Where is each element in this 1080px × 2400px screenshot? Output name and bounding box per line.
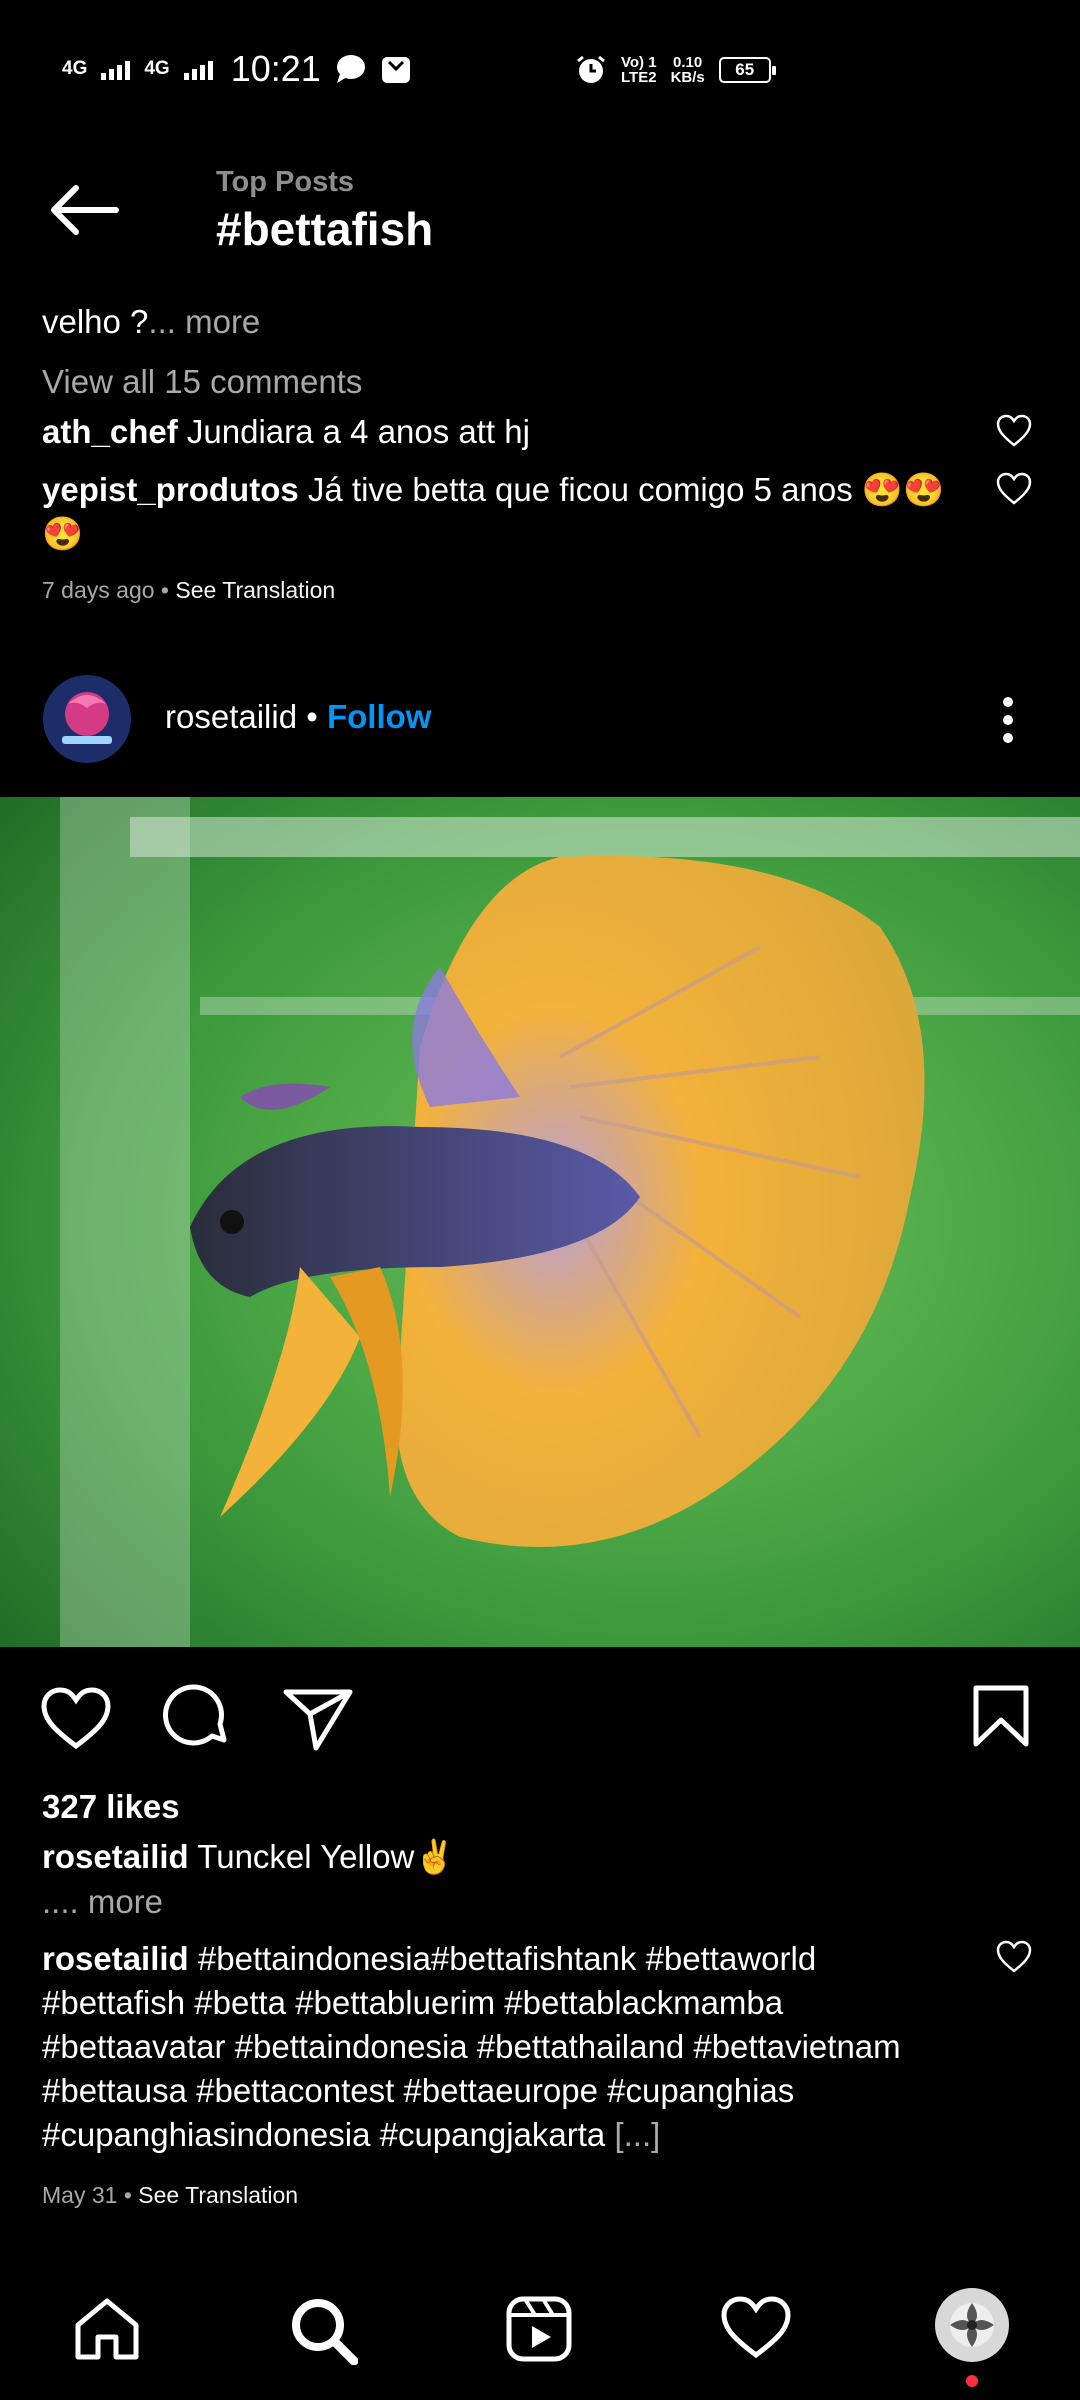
hashtags[interactable]: #bettaindonesia#bettafishtank #bettaworl… <box>198 1940 816 1977</box>
like-comment-heart-icon[interactable] <box>996 414 1032 448</box>
caption-tail: velho ?... more <box>42 303 261 340</box>
like-comment-heart-icon[interactable] <box>996 472 1032 506</box>
caption-more-link[interactable]: .... more <box>42 1880 163 1924</box>
post-date: May 31 <box>42 2182 118 2208</box>
comment-username[interactable]: yepist_produtos <box>42 471 299 508</box>
post-author: rosetailid • Follow <box>165 698 431 736</box>
betta-fish-image <box>0 797 1080 1647</box>
status-right: Vo) 1 LTE2 0.10 KB/s 65 <box>575 54 776 86</box>
comment: ath_chef Jundiara a 4 anos att hj <box>42 410 530 454</box>
status-left: 4G 4G 10:21 <box>62 48 411 90</box>
volte-indicator: Vo) 1 LTE2 <box>621 54 657 86</box>
back-arrow-icon[interactable] <box>44 180 124 240</box>
like-comment-heart-icon[interactable] <box>996 1940 1032 1974</box>
comment-line[interactable]: #bettausa #bettacontest #bettaeurope #cu… <box>42 2069 972 2113</box>
like-heart-icon[interactable] <box>40 1686 112 1752</box>
header-subtitle: Top Posts <box>216 166 355 198</box>
comment-line[interactable]: #bettafish #betta #bettabluerim #bettabl… <box>42 1981 972 2025</box>
network-speed: 0.10 KB/s <box>670 54 705 86</box>
comment: yepist_produtos Já tive betta que ficou … <box>42 468 962 556</box>
comment-line[interactable]: #bettaavatar #bettaindonesia #bettathail… <box>42 2025 972 2069</box>
expand-ellipsis[interactable]: [...] <box>614 2116 660 2153</box>
comment-text-line2: 😍 <box>42 515 84 552</box>
battery-indicator: 65 <box>718 57 776 83</box>
profile-avatar[interactable] <box>934 2287 1010 2363</box>
likes-count[interactable]: 327 likes <box>42 1785 180 1829</box>
follow-button[interactable]: Follow <box>327 698 431 735</box>
more-options-icon[interactable] <box>992 694 1024 746</box>
view-all-comments-link[interactable]: View all 15 comments <box>42 360 362 404</box>
page-title: #bettafish <box>216 203 434 255</box>
comment-username[interactable]: rosetailid <box>42 1940 189 1977</box>
more-link[interactable]: ... more <box>148 303 260 340</box>
home-icon[interactable] <box>72 2295 142 2363</box>
network-indicator-1: 4G <box>62 58 88 79</box>
activity-heart-icon[interactable] <box>720 2295 792 2361</box>
message-bubble-icon <box>336 55 365 83</box>
avatar[interactable] <box>42 674 132 764</box>
notification-dot <box>966 2375 978 2387</box>
bottom-navigation <box>0 2245 1080 2400</box>
caption-username[interactable]: rosetailid <box>42 1838 189 1875</box>
post-meta: 7 days ago • See Translation <box>42 577 336 603</box>
separator-dot: • <box>306 698 318 735</box>
hashtag-comment: rosetailid #bettaindonesia#bettafishtank… <box>42 1937 972 2157</box>
post-username[interactable]: rosetailid <box>165 698 297 735</box>
hashtags[interactable]: #cupanghiasindonesia #cupangjakarta <box>42 2116 605 2153</box>
comment-text: Já tive betta que ficou comigo 5 anos 😍😍 <box>307 471 945 508</box>
signal-icon-2 <box>183 58 213 80</box>
caption-text: Tunckel Yellow✌ <box>197 1838 456 1875</box>
comment-bubble-icon[interactable] <box>162 1684 232 1754</box>
comment-line: #cupanghiasindonesia #cupangjakarta [...… <box>42 2113 972 2157</box>
signal-icon <box>101 58 131 80</box>
see-translation-link[interactable]: See Translation <box>138 2182 298 2208</box>
post-image[interactable] <box>0 797 1080 1647</box>
status-bar: 4G 4G 10:21 Vo) 1 LTE2 0.10 KB/s 65 <box>0 0 1080 140</box>
share-send-icon[interactable] <box>282 1686 354 1752</box>
network-indicator-2: 4G <box>144 58 170 79</box>
reels-icon[interactable] <box>505 2295 573 2363</box>
status-time: 10:21 <box>230 48 321 89</box>
comment-username[interactable]: ath_chef <box>42 413 178 450</box>
post-caption: rosetailid Tunckel Yellow✌ <box>42 1835 455 1879</box>
see-translation-link[interactable]: See Translation <box>175 577 335 603</box>
alarm-icon <box>577 55 605 83</box>
notification-icon <box>381 57 410 83</box>
post-time: 7 days ago <box>42 577 155 603</box>
comment-line: rosetailid #bettaindonesia#bettafishtank… <box>42 1937 972 1981</box>
bookmark-icon[interactable] <box>972 1684 1030 1748</box>
post-meta: May 31 • See Translation <box>42 2182 299 2208</box>
search-icon[interactable] <box>288 2295 358 2365</box>
comment-text: Jundiara a 4 anos att hj <box>186 413 530 450</box>
